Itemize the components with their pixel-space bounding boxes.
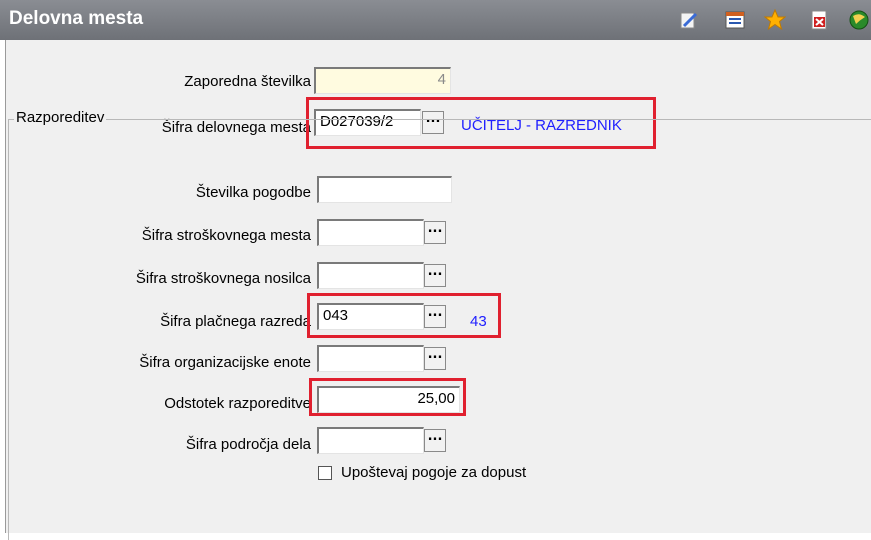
sifra-sn-label: Šifra stroškovnega nosilca: [135, 270, 311, 287]
sifra-sm-label: Šifra stroškovnega mesta: [141, 227, 311, 244]
sifra-oe-field[interactable]: [317, 345, 424, 372]
zaporedna-field[interactable]: 4: [314, 67, 451, 94]
delete-icon[interactable]: [808, 9, 830, 31]
globe-icon[interactable]: [848, 9, 870, 31]
stevilka-pogodbe-label: Številka pogodbe: [195, 184, 311, 201]
upostevaj-checkbox[interactable]: [318, 466, 332, 480]
highlight-box: [307, 293, 501, 338]
list-icon[interactable]: [724, 9, 746, 31]
star-icon[interactable]: [764, 9, 786, 31]
sifra-pr-label: Šifra plačnega razreda: [160, 313, 311, 330]
sifra-sn-field[interactable]: [317, 262, 424, 289]
sifra-pd-field[interactable]: [317, 427, 424, 454]
sifra-sm-lookup-button[interactable]: ...: [424, 221, 446, 244]
stevilka-pogodbe-field[interactable]: [317, 176, 452, 203]
zaporedna-label: Zaporedna številka: [184, 73, 311, 90]
sifra-pd-lookup-button[interactable]: ...: [424, 429, 446, 452]
upostevaj-label[interactable]: Upoštevaj pogoje za dopust: [341, 464, 526, 481]
sifra-oe-label: Šifra organizacijske enote: [139, 354, 311, 371]
highlight-box: [309, 378, 466, 416]
sifra-sm-field[interactable]: [317, 219, 424, 246]
sifra-sn-lookup-button[interactable]: ...: [424, 264, 446, 287]
odstotek-label: Odstotek razporeditve: [164, 395, 311, 412]
edit-icon[interactable]: [678, 9, 700, 31]
sifra-pd-label: Šifra področja dela: [185, 436, 311, 453]
sifra-oe-lookup-button[interactable]: ...: [424, 347, 446, 370]
title-bar: Delovna mesta: [0, 0, 871, 40]
razporeditev-group-label: Razporeditev: [14, 109, 107, 126]
window-title: Delovna mesta: [9, 8, 144, 29]
